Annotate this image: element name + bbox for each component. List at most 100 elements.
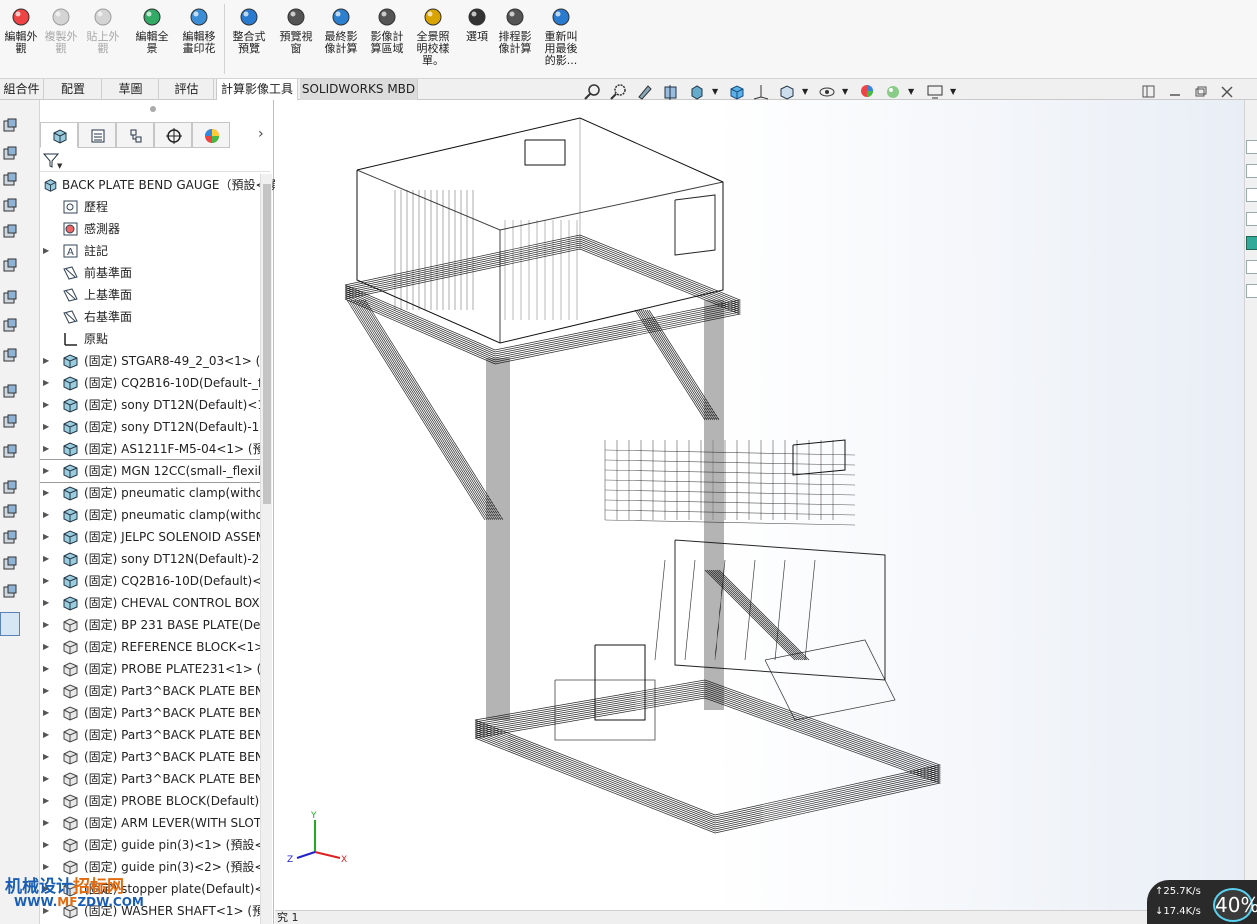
tree-item[interactable]: ▶ (固定) sony DT12N(Default)-1< (40, 416, 260, 438)
smart-fasteners-icon[interactable] (2, 198, 18, 214)
ribbon-button-12[interactable]: 重新叫 用最後 的影... (540, 6, 582, 67)
tab-0[interactable]: 組合件 (0, 79, 44, 100)
hide-show-items-icon[interactable] (818, 83, 836, 101)
tree-item[interactable]: ▶ (固定) pneumatic clamp(withou (40, 482, 260, 504)
explode-line-icon[interactable] (2, 444, 18, 460)
tree-item[interactable]: ▶ (固定) JELPC SOLENOID ASSEM (40, 526, 260, 548)
tree-item[interactable]: 上基準面 (40, 284, 260, 306)
hole-alignment-icon[interactable] (2, 530, 18, 546)
home-icon[interactable] (1246, 140, 1257, 154)
filter-icon[interactable]: ▼ (42, 152, 64, 170)
zoom-to-fit-icon[interactable] (584, 83, 602, 101)
clearance-icon[interactable] (2, 504, 18, 520)
ribbon-button-8[interactable]: 影像計 算區域 (366, 6, 408, 55)
chevron-down-icon[interactable]: ▼ (908, 83, 926, 101)
expand-arrow-icon[interactable]: ▶ (43, 702, 49, 724)
expand-arrow-icon[interactable]: ▶ (43, 416, 49, 438)
expand-arrow-icon[interactable]: ▶ (43, 394, 49, 416)
tree-item[interactable]: 前基準面 (40, 262, 260, 284)
expand-arrow-icon[interactable]: ▶ (43, 746, 49, 768)
ribbon-button-9[interactable]: 全景照 明校樣 單。 (412, 6, 454, 67)
edit-appearance-icon[interactable] (858, 83, 876, 101)
tree-item[interactable]: ▶ (固定) PROBE BLOCK(Default)< (40, 790, 260, 812)
tree-item[interactable]: 感測器 (40, 218, 260, 240)
expand-arrow-icon[interactable]: ▶ (43, 724, 49, 746)
tree-item[interactable]: ▶ (固定) PROBE PLATE231<1> (預 (40, 658, 260, 680)
ribbon-button-5[interactable]: 整合式 預覽 (228, 6, 270, 55)
expand-arrow-icon[interactable]: ▶ (43, 658, 49, 680)
expand-arrow-icon[interactable]: ▶ (43, 240, 49, 262)
tree-item[interactable]: ▶ (固定) STGAR8-49_2_03<1> (預 (40, 350, 260, 372)
expand-arrow-icon[interactable]: ▶ (43, 636, 49, 658)
reference-geometry-icon[interactable] (2, 318, 18, 334)
tree-item[interactable]: ▶ (固定) ARM LEVER(WITH SLOT (40, 812, 260, 834)
tab-dimxpert-manager[interactable] (154, 122, 192, 148)
expand-arrow-icon[interactable]: ▶ (43, 812, 49, 834)
tree-item[interactable]: ▶ (固定) REFERENCE BLOCK<1> ( (40, 636, 260, 658)
measure-icon[interactable] (2, 556, 18, 572)
panel-grip-icon[interactable] (150, 106, 156, 112)
display-style-icon[interactable] (778, 83, 796, 101)
expand-arrow-icon[interactable]: ▶ (43, 614, 49, 636)
active-command-highlight[interactable] (0, 612, 20, 636)
view-settings-icon[interactable] (926, 83, 944, 101)
tree-item[interactable]: ▶ (固定) AS1211F-M5-04<1> (預設 (40, 438, 260, 460)
tab-5[interactable]: SOLIDWORKS MBD (300, 79, 418, 100)
tree-item[interactable]: ▶ (固定) BP 231 BASE PLATE(Defa (40, 614, 260, 636)
ribbon-button-0[interactable]: 編輯外觀 (0, 6, 42, 55)
show-hidden-icon[interactable] (2, 258, 18, 274)
expand-arrow-icon[interactable]: ▶ (43, 768, 49, 790)
tree-item[interactable]: ▶ (固定) pneumatic clamp(withou (40, 504, 260, 526)
triad-view-icon[interactable] (752, 83, 770, 101)
section-view-icon[interactable] (662, 83, 680, 101)
scrollbar-thumb[interactable] (263, 184, 271, 504)
window-restore-icon[interactable] (1192, 83, 1210, 101)
expand-arrow-icon[interactable]: ▶ (43, 460, 49, 482)
expand-arrow-icon[interactable]: ▶ (43, 592, 49, 614)
expand-arrow-icon[interactable]: ▶ (43, 438, 49, 460)
appearances-icon[interactable] (1246, 236, 1257, 250)
tree-item[interactable]: ▶ A 註記 (40, 240, 260, 262)
tab-feature-tree[interactable] (40, 122, 78, 148)
tree-item[interactable]: 原點 (40, 328, 260, 350)
previous-view-icon[interactable] (636, 83, 654, 101)
ribbon-button-6[interactable]: 預覽視窗 (275, 6, 317, 55)
forum-icon[interactable] (1246, 284, 1257, 298)
design-library-icon[interactable] (1246, 164, 1257, 178)
tab-3[interactable]: 評估 (160, 79, 214, 100)
tab-2[interactable]: 草圖 (103, 79, 159, 100)
tree-item[interactable]: ▶ (固定) Part3^BACK PLATE BEND (40, 680, 260, 702)
apply-scene-icon[interactable] (884, 83, 902, 101)
expand-arrow-icon[interactable]: ▶ (43, 482, 49, 504)
move-component-icon[interactable] (2, 224, 18, 240)
window-close-icon[interactable] (1218, 83, 1236, 101)
tree-item[interactable]: ▶ (固定) sony DT12N(Default)<1> (40, 394, 260, 416)
linear-pattern-icon[interactable] (2, 172, 18, 188)
tree-item[interactable]: ▶ (固定) CQ2B16-10D(Default-_fle (40, 372, 260, 394)
window-minimize-icon[interactable] (1166, 83, 1184, 101)
new-motion-study-icon[interactable] (2, 348, 18, 364)
expand-arrow-icon[interactable]: ▶ (43, 526, 49, 548)
expand-arrow-icon[interactable]: ▶ (43, 790, 49, 812)
view-orientation-icon[interactable] (728, 83, 746, 101)
tab-property-manager[interactable] (78, 122, 116, 148)
view-palette-icon[interactable] (1246, 212, 1257, 226)
tree-item[interactable]: ▶ (固定) sony DT12N(Default)-2< (40, 548, 260, 570)
ribbon-button-3[interactable]: 編輯全景 (131, 6, 173, 55)
tree-item[interactable]: ▶ (固定) Part3^BACK PLATE BEND (40, 702, 260, 724)
tree-item[interactable]: ▶ (固定) MGN 12CC(small-_flexib (40, 459, 260, 483)
expand-arrow-icon[interactable]: ▶ (43, 350, 49, 372)
chevron-right-icon[interactable]: › (258, 126, 264, 142)
tree-vertical-scrollbar[interactable] (260, 174, 272, 924)
expand-arrow-icon[interactable]: ▶ (43, 372, 49, 394)
tree-item[interactable]: ▶ (固定) CQ2B16-10D(Default)<1 (40, 570, 260, 592)
tab-1[interactable]: 配置 (45, 79, 102, 100)
graphics-area[interactable]: Y X Z (275, 100, 1244, 910)
insert-component-icon[interactable] (2, 118, 18, 134)
assembly-features-icon[interactable] (2, 290, 18, 306)
window-restore-panel-icon[interactable] (1140, 83, 1158, 101)
expand-arrow-icon[interactable]: ▶ (43, 548, 49, 570)
zoom-area-icon[interactable] (610, 83, 628, 101)
tree-item[interactable]: ▶ (固定) CHEVAL CONTROL BOX (40, 592, 260, 614)
tree-item[interactable]: ▶ (固定) Part3^BACK PLATE BEND (40, 724, 260, 746)
